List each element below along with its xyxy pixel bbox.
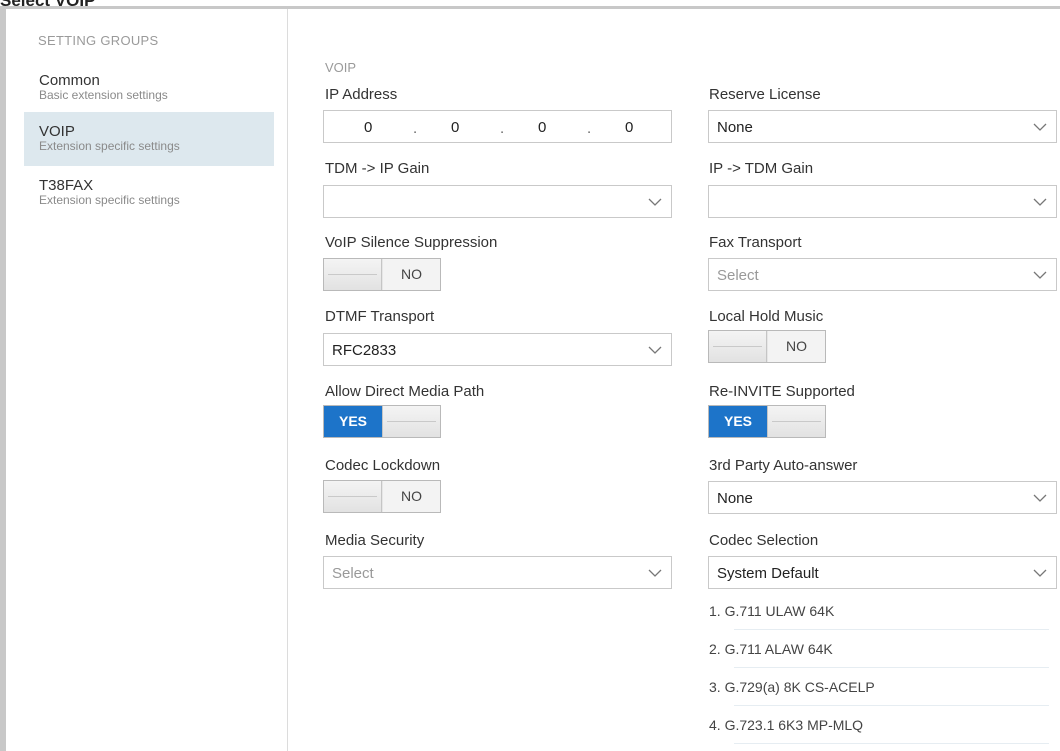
- sidebar-item-t38fax[interactable]: T38FAX Extension specific settings: [24, 166, 274, 220]
- codec-name: 3. G.729(a) 8K CS-ACELP: [709, 679, 875, 695]
- sidebar-item-label: VOIP: [39, 123, 75, 140]
- chevron-down-icon: [1033, 569, 1047, 577]
- chevron-down-icon: [1033, 271, 1047, 279]
- allow-direct-media-path-label: Allow Direct Media Path: [325, 383, 485, 400]
- reserve-license-select[interactable]: None: [708, 110, 1057, 143]
- reinvite-supported-label: Re-INVITE Supported: [709, 383, 855, 400]
- toggle-state: YES: [324, 406, 382, 437]
- toggle-state: YES: [709, 406, 767, 437]
- chevron-down-icon: [648, 198, 662, 206]
- left-border: [0, 6, 6, 751]
- codec-list-item[interactable]: 2. G.711 ALAW 64K: [709, 638, 1049, 671]
- codec-divider: [734, 743, 1049, 744]
- codec-divider: [734, 667, 1049, 668]
- third-party-auto-answer-label: 3rd Party Auto-answer: [709, 457, 858, 474]
- codec-selection-value: System Default: [717, 565, 819, 582]
- codec-lockdown-toggle[interactable]: NO: [323, 480, 441, 513]
- top-divider: [0, 6, 1060, 9]
- ip-separator: .: [413, 120, 418, 137]
- fax-transport-placeholder: Select: [717, 267, 759, 284]
- voip-silence-suppression-toggle[interactable]: NO: [323, 258, 441, 291]
- ip-address-input[interactable]: 0 . 0 . 0 . 0: [323, 110, 672, 143]
- ip-separator: .: [587, 120, 592, 137]
- codec-list-item[interactable]: 3. G.729(a) 8K CS-ACELP: [709, 676, 1049, 709]
- tdm-ip-gain-label: TDM -> IP Gain: [325, 160, 430, 177]
- codec-selection-label: Codec Selection: [709, 532, 819, 549]
- ip-separator: .: [500, 120, 505, 137]
- third-party-auto-answer-select[interactable]: None: [708, 481, 1057, 514]
- chevron-down-icon: [1033, 123, 1047, 131]
- codec-name: 4. G.723.1 6K3 MP-MLQ: [709, 717, 864, 733]
- ip-tdm-gain-select[interactable]: [708, 185, 1057, 218]
- media-security-select[interactable]: Select: [323, 556, 672, 589]
- toggle-knob: [324, 259, 382, 290]
- tdm-ip-gain-select[interactable]: [323, 185, 672, 218]
- reinvite-supported-toggle[interactable]: YES: [708, 405, 826, 438]
- codec-list-item[interactable]: 1. G.711 ULAW 64K: [709, 600, 1049, 633]
- codec-divider: [734, 629, 1049, 630]
- codec-list-item[interactable]: 4. G.723.1 6K3 MP-MLQ: [709, 714, 1049, 747]
- ip-octet-1[interactable]: 0: [364, 119, 372, 136]
- sidebar-item-voip[interactable]: VOIP Extension specific settings: [24, 112, 274, 166]
- ip-octet-4[interactable]: 0: [625, 119, 633, 136]
- dtmf-transport-select[interactable]: RFC2833: [323, 333, 672, 366]
- toggle-state: NO: [768, 331, 825, 362]
- ip-octet-2[interactable]: 0: [451, 119, 459, 136]
- fax-transport-label: Fax Transport: [709, 234, 802, 251]
- toggle-knob: [767, 406, 825, 437]
- codec-name: 1. G.711 ULAW 64K: [709, 603, 835, 619]
- chevron-down-icon: [648, 569, 662, 577]
- reserve-license-value: None: [717, 119, 753, 136]
- toggle-knob: [324, 481, 382, 512]
- third-party-auto-answer-value: None: [717, 490, 753, 507]
- ip-octet-3[interactable]: 0: [538, 119, 546, 136]
- sidebar-item-common[interactable]: Common Basic extension settings: [24, 61, 274, 115]
- chevron-down-icon: [648, 346, 662, 354]
- codec-selection-select[interactable]: System Default: [708, 556, 1057, 589]
- dtmf-transport-value: RFC2833: [332, 342, 397, 359]
- media-security-placeholder: Select: [332, 565, 374, 582]
- codec-lockdown-label: Codec Lockdown: [325, 457, 441, 474]
- sidebar-item-label: Common: [39, 72, 100, 89]
- chevron-down-icon: [1033, 198, 1047, 206]
- ip-tdm-gain-label: IP -> TDM Gain: [709, 160, 814, 177]
- codec-divider: [734, 705, 1049, 706]
- sidebar-item-desc: Basic extension settings: [39, 88, 168, 102]
- codec-name: 2. G.711 ALAW 64K: [709, 641, 833, 657]
- sidebar-divider: [287, 9, 288, 751]
- section-title: VOIP: [325, 60, 357, 75]
- sidebar-item-label: T38FAX: [39, 177, 94, 194]
- local-hold-music-label: Local Hold Music: [709, 308, 824, 325]
- ip-address-label: IP Address: [325, 86, 398, 103]
- reserve-license-label: Reserve License: [709, 86, 821, 103]
- toggle-knob: [709, 331, 767, 362]
- sidebar-item-desc: Extension specific settings: [39, 139, 180, 153]
- fax-transport-select[interactable]: Select: [708, 258, 1057, 291]
- media-security-label: Media Security: [325, 532, 425, 549]
- dtmf-transport-label: DTMF Transport: [325, 308, 435, 325]
- sidebar-item-desc: Extension specific settings: [39, 193, 180, 207]
- toggle-state: NO: [383, 481, 440, 512]
- sidebar-header: SETTING GROUPS: [38, 33, 159, 48]
- local-hold-music-toggle[interactable]: NO: [708, 330, 826, 363]
- voip-silence-suppression-label: VoIP Silence Suppression: [325, 234, 498, 251]
- toggle-knob: [382, 406, 440, 437]
- allow-direct-media-path-toggle[interactable]: YES: [323, 405, 441, 438]
- chevron-down-icon: [1033, 494, 1047, 502]
- toggle-state: NO: [383, 259, 440, 290]
